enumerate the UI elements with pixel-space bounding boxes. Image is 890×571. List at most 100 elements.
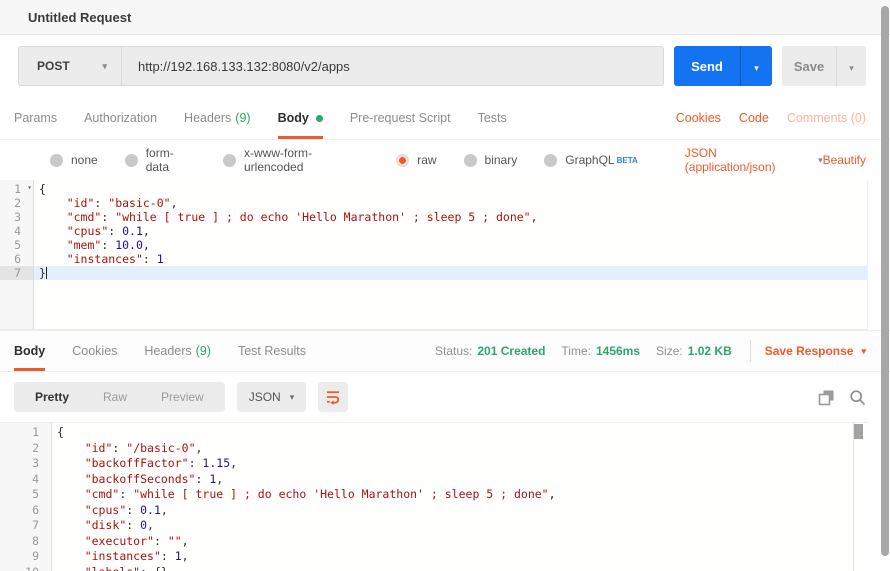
method-select[interactable]: POST ▾ — [19, 47, 121, 85]
tab-headers[interactable]: Headers (9) — [184, 97, 251, 139]
search-button[interactable] — [849, 389, 866, 406]
tab-label: Cookies — [72, 344, 117, 358]
text-cursor — [46, 267, 47, 279]
time-label: Time: — [561, 344, 591, 358]
body-type-graphql[interactable]: GraphQLBETA — [544, 153, 638, 167]
code-line: "labels": {}, — [57, 565, 868, 571]
code-line: } — [34, 266, 867, 280]
request-tabs-row: Params Authorization Headers (9) Body Pre-req… — [0, 97, 890, 140]
send-button[interactable]: Send — [674, 46, 740, 86]
response-toolbar-icons — [818, 389, 866, 406]
content-type-label: JSON (application/json) — [685, 146, 810, 174]
code-line: "backoffFactor": 1.15, — [57, 456, 868, 472]
body-type-label: raw — [417, 153, 436, 167]
view-mode-pretty[interactable]: Pretty — [18, 390, 86, 404]
beta-badge: BETA — [617, 156, 638, 165]
line-number: 1 — [0, 425, 51, 441]
link-comments-0[interactable]: Comments (0) — [787, 111, 866, 125]
save-split-button: Save ▾ — [782, 46, 866, 86]
copy-button[interactable] — [818, 389, 835, 406]
chevron-down-icon: ▾ — [754, 63, 759, 73]
tab-params[interactable]: Params — [14, 97, 57, 139]
response-header: Body Cookies Headers(9) Test Results Status… — [0, 330, 890, 372]
tab-authorization[interactable]: Authorization — [84, 97, 157, 139]
code-line: "id": "/basic-0", — [57, 441, 868, 457]
code-line: "backoffSeconds": 1, — [57, 472, 868, 488]
body-type-binary[interactable]: binary — [464, 153, 518, 167]
body-type-form-data[interactable]: form-data — [125, 146, 196, 174]
save-response-label: Save Response — [765, 344, 854, 358]
request-body-editor[interactable]: 1▾234567 { "id": "basic-0", "cmd": "whil… — [0, 180, 868, 330]
view-mode-raw[interactable]: Raw — [86, 390, 144, 404]
method-label: POST — [37, 59, 70, 73]
line-number: 4 — [0, 472, 51, 488]
save-response-button[interactable]: Save Response ▾ — [765, 344, 866, 358]
code-line: "instances": 1, — [57, 549, 868, 565]
response-language-select[interactable]: JSON ▾ — [237, 382, 307, 412]
tab-pre-request-script[interactable]: Pre-request Script — [350, 97, 451, 139]
tab-count-badge: (9) — [235, 111, 250, 125]
line-number: 7 — [0, 266, 33, 280]
fold-caret-icon[interactable]: ▾ — [27, 181, 32, 195]
view-mode-preview[interactable]: Preview — [144, 390, 221, 404]
code-line: "mem": 10.0, — [39, 238, 867, 252]
search-icon — [849, 389, 866, 406]
body-type-none[interactable]: none — [50, 153, 98, 167]
tab-label: Pre-request Script — [350, 111, 451, 125]
line-number: 6 — [0, 252, 33, 266]
response-view-bar: PrettyRawPreview JSON ▾ — [0, 372, 890, 422]
response-tab-cookies[interactable]: Cookies — [72, 331, 117, 371]
divider — [750, 340, 751, 362]
response-status-group: Status: 201 Created Time: 1456ms Size: 1… — [435, 331, 866, 371]
green-dot-icon — [316, 115, 323, 122]
radio-icon — [223, 154, 236, 167]
body-type-raw[interactable]: raw — [396, 153, 436, 167]
body-type-options: none form-data x-www-form-urlencoded raw bin… — [50, 146, 665, 174]
response-scrollbar-track — [853, 423, 854, 571]
line-number: 9 — [0, 549, 51, 565]
request-titlebar: Untitled Request — [0, 0, 890, 35]
save-button[interactable]: Save — [782, 46, 836, 86]
beautify-link[interactable]: Beautify — [823, 153, 866, 167]
line-number: 7 — [0, 518, 51, 534]
link-cookies[interactable]: Cookies — [676, 111, 721, 125]
status-label: Status: — [435, 344, 472, 358]
tab-label: Authorization — [84, 111, 157, 125]
send-options-button[interactable]: ▾ — [740, 46, 772, 86]
code-area[interactable]: { "id": "basic-0", "cmd": "while [ true … — [34, 180, 867, 329]
method-url-group: POST ▾ http://192.168.133.132:8080/v2/ap… — [18, 46, 664, 86]
tab-label: Body — [14, 344, 45, 358]
tab-label: Headers — [144, 344, 191, 358]
response-tab-body[interactable]: Body — [14, 331, 45, 371]
response-scrollbar[interactable] — [854, 424, 863, 439]
body-type-bar: none form-data x-www-form-urlencoded raw bin… — [0, 140, 890, 180]
response-tabs: Body Cookies Headers(9) Test Results — [14, 331, 333, 371]
link-code[interactable]: Code — [739, 111, 769, 125]
line-number: 5 — [0, 487, 51, 503]
request-title: Untitled Request — [28, 10, 131, 25]
line-number: 1▾ — [0, 182, 33, 196]
response-body-viewer: 12345678910 { "id": "/basic-0", "backoff… — [0, 422, 868, 571]
radio-icon — [50, 154, 63, 167]
code-area: { "id": "/basic-0", "backoffFactor": 1.1… — [52, 423, 868, 571]
body-type-x-www-form-urlencoded[interactable]: x-www-form-urlencoded — [223, 146, 369, 174]
body-type-label: none — [71, 153, 98, 167]
tab-label: Headers — [184, 111, 231, 125]
response-tab-test-results[interactable]: Test Results — [238, 331, 306, 371]
response-tab-headers[interactable]: Headers(9) — [144, 331, 211, 371]
line-number: 5 — [0, 238, 33, 252]
tab-tests[interactable]: Tests — [478, 97, 507, 139]
wrap-text-icon — [325, 389, 341, 405]
content-type-select[interactable]: JSON (application/json) ▾ — [685, 146, 823, 174]
code-line: { — [39, 182, 867, 196]
window-scrollbar[interactable] — [881, 6, 889, 556]
code-line: "cpus": 0.1, — [57, 503, 868, 519]
line-number: 3 — [0, 456, 51, 472]
wrap-text-button[interactable] — [318, 382, 348, 412]
tab-body[interactable]: Body — [278, 97, 323, 139]
line-number-gutter: 12345678910 — [0, 423, 52, 571]
request-links: Cookies Code Comments (0) — [658, 97, 866, 139]
line-number: 2 — [0, 441, 51, 457]
url-input[interactable]: http://192.168.133.132:8080/v2/apps — [122, 59, 663, 74]
save-options-button[interactable]: ▾ — [836, 46, 866, 86]
